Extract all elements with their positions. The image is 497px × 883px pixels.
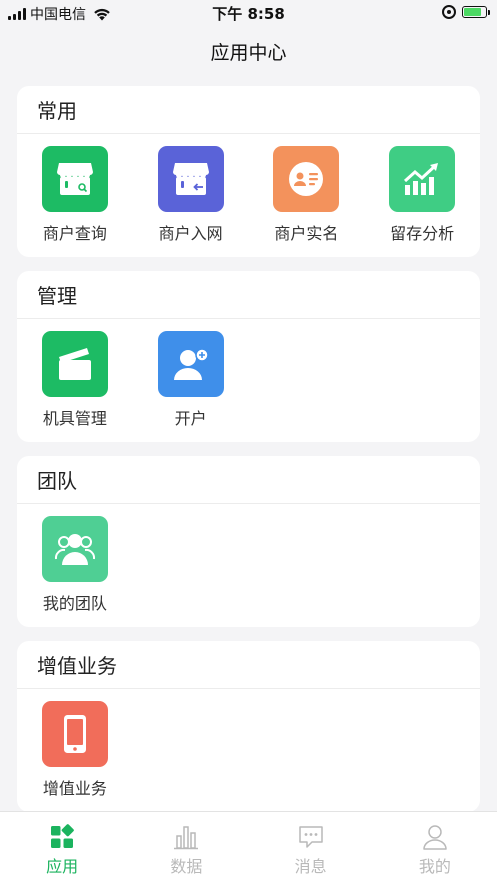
app-retention-analysis[interactable]: 留存分析 [364, 146, 480, 244]
app-grid: 商户查询 商户入网 商户实名 留存分析 [17, 134, 480, 244]
app-label: 我的团队 [42, 594, 107, 613]
battery-charging-icon [462, 6, 490, 18]
app-label: 商户查询 [42, 224, 107, 243]
app-my-team[interactable]: 我的团队 [17, 516, 133, 614]
battery-fill [464, 8, 481, 16]
app-label: 商户入网 [158, 224, 223, 243]
trend-chart-icon [389, 146, 456, 212]
tab-label: 消息 [294, 857, 327, 876]
app-label: 开户 [174, 409, 207, 428]
id-card-icon [273, 146, 340, 212]
tab-profile[interactable]: 我的 [373, 812, 497, 883]
app-label: 机具管理 [42, 409, 107, 428]
section-title: 团队 [17, 456, 480, 504]
tab-data[interactable]: 数据 [124, 812, 248, 883]
app-grid: 机具管理 开户 [17, 319, 480, 429]
section-title: 管理 [17, 271, 480, 319]
tab-label: 我的 [418, 857, 451, 876]
team-icon [41, 516, 108, 582]
status-bar: 中国电信 下午 8:58 [0, 0, 497, 26]
app-grid: 增值业务 [17, 689, 480, 799]
app-label: 增值业务 [42, 779, 107, 798]
app-merchant-realname[interactable]: 商户实名 [249, 146, 365, 244]
app-value-added-service[interactable]: 增值业务 [17, 701, 133, 799]
app-grid: 我的团队 [17, 504, 480, 614]
tab-messages[interactable]: 消息 [249, 812, 373, 883]
add-user-icon [157, 331, 224, 397]
store-join-icon [157, 146, 224, 212]
app-machine-management[interactable]: 机具管理 [17, 331, 133, 429]
apps-grid-icon [51, 824, 74, 848]
orientation-lock-icon [442, 5, 456, 19]
section-management: 管理 机具管理 开户 [17, 271, 480, 442]
message-icon [298, 826, 323, 848]
phone-icon [41, 701, 108, 767]
tab-label: 应用 [46, 857, 79, 876]
section-title: 增值业务 [17, 641, 480, 689]
section-team: 团队 我的团队 [17, 456, 480, 627]
app-open-account[interactable]: 开户 [133, 331, 249, 429]
store-search-icon [41, 146, 108, 212]
tab-bar: 应用 数据 消息 我的 [0, 811, 497, 883]
app-merchant-join[interactable]: 商户入网 [133, 146, 249, 244]
tab-apps[interactable]: 应用 [0, 812, 124, 883]
app-merchant-query[interactable]: 商户查询 [17, 146, 133, 244]
status-time: 下午 8:58 [212, 5, 285, 23]
page-title: 应用中心 [210, 42, 287, 64]
user-icon [423, 825, 447, 850]
section-value-added: 增值业务 增值业务 [17, 641, 480, 812]
app-label: 留存分析 [390, 224, 455, 243]
tab-label: 数据 [170, 857, 203, 876]
card-machine-icon [41, 331, 108, 397]
status-right [442, 5, 490, 19]
section-title: 常用 [17, 86, 480, 134]
app-label: 商户实名 [274, 224, 339, 243]
bar-chart-icon [174, 826, 199, 850]
section-common: 常用 商户查询 商户入网 商户实名 留存分析 [17, 86, 480, 257]
